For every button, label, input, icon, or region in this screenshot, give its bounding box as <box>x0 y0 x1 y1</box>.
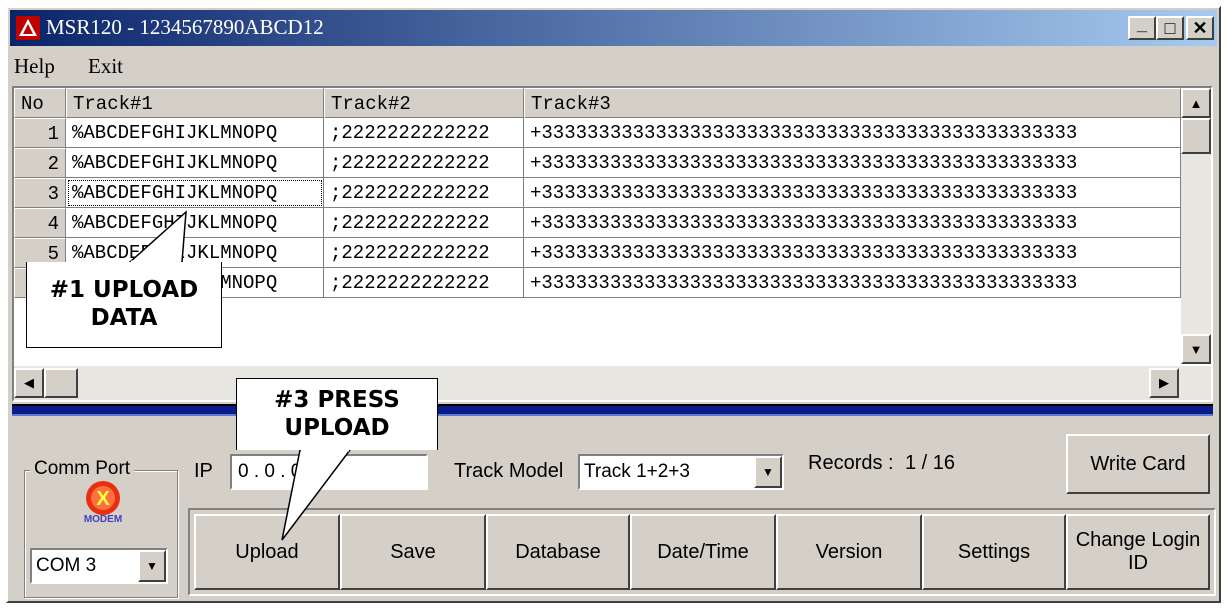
track3-cell[interactable]: +333333333333333333333333333333333333333… <box>524 148 1181 178</box>
app-icon <box>16 16 40 40</box>
close-icon: ✕ <box>1192 17 1208 38</box>
track2-cell[interactable]: ;2222222222222 <box>324 178 524 208</box>
track3-cell[interactable]: +333333333333333333333333333333333333333… <box>524 208 1181 238</box>
column-header-track1[interactable]: Track#1 <box>66 88 324 118</box>
track1-cell-selected[interactable]: %ABCDEFGHIJKLMNOPQ <box>66 178 324 208</box>
track2-cell[interactable]: ;2222222222222 <box>324 148 524 178</box>
track3-cell[interactable]: +333333333333333333333333333333333333333… <box>524 178 1181 208</box>
modem-status-icon: X MODEM <box>84 481 122 524</box>
track2-cell[interactable]: ;2222222222222 <box>324 238 524 268</box>
track2-cell[interactable]: ;2222222222222 <box>324 208 524 238</box>
chevron-down-icon: ▼ <box>762 465 774 479</box>
ip-address-field[interactable]: 0 . 0 . 0 . 0 <box>230 454 428 490</box>
maximize-icon: □ <box>1164 17 1176 38</box>
horizontal-scrollbar[interactable]: ◀ ▶ <box>14 366 1211 400</box>
track-model-label: Track Model <box>454 460 564 482</box>
column-header-no[interactable]: No <box>14 88 66 118</box>
settings-button[interactable]: Settings <box>922 514 1066 590</box>
scroll-right-button[interactable]: ▶ <box>1149 368 1179 398</box>
upload-data-callout-text: #1 UPLOAD DATA <box>49 276 199 331</box>
records-count: 1 / 16 <box>905 452 956 474</box>
window-title: MSR120 - 1234567890ABCD12 <box>46 15 324 39</box>
menu-bar: Help Exit <box>10 48 1217 82</box>
minimize-button[interactable]: _ <box>1128 13 1156 40</box>
date-time-button[interactable]: Date/Time <box>630 514 776 590</box>
arrow-right-icon: ▶ <box>1159 375 1169 390</box>
scroll-up-button[interactable]: ▲ <box>1181 88 1211 118</box>
track3-cell[interactable]: +333333333333333333333333333333333333333… <box>524 118 1181 148</box>
row-number[interactable]: 4 <box>14 208 66 238</box>
track1-cell[interactable]: %ABCDEFGHIJKLMNOPQ <box>66 118 324 148</box>
modem-icon-label: MODEM <box>84 514 122 524</box>
vertical-scroll-thumb[interactable] <box>1181 118 1211 154</box>
horizontal-scroll-thumb[interactable] <box>44 368 78 398</box>
close-button[interactable]: ✕ <box>1186 16 1214 40</box>
arrow-left-icon: ◀ <box>24 375 34 390</box>
track3-cell[interactable]: +333333333333333333333333333333333333333… <box>524 268 1181 298</box>
chevron-down-icon: ▼ <box>146 559 158 573</box>
comm-port-dropdown-button[interactable]: ▼ <box>138 550 166 582</box>
title-bar[interactable]: MSR120 - 1234567890ABCD12 _ □ ✕ <box>10 10 1217 46</box>
menu-exit[interactable]: Exit <box>88 54 123 79</box>
scroll-down-button[interactable]: ▼ <box>1181 334 1211 364</box>
comm-port-value: COM 3 <box>36 555 97 576</box>
track2-cell[interactable]: ;2222222222222 <box>324 118 524 148</box>
menu-help[interactable]: Help <box>14 54 55 79</box>
write-card-button[interactable]: Write Card <box>1066 434 1210 494</box>
upload-data-callout: #1 UPLOAD DATA <box>26 262 222 348</box>
splitter-bar[interactable] <box>12 404 1213 416</box>
minimize-icon: _ <box>1136 13 1147 34</box>
version-button[interactable]: Version <box>776 514 922 590</box>
comm-port-label: Comm Port <box>30 458 135 480</box>
database-button[interactable]: Database <box>486 514 630 590</box>
comm-port-select[interactable]: COM 3 ▼ <box>30 548 168 584</box>
vertical-scrollbar[interactable]: ▲ ▼ <box>1181 88 1211 364</box>
press-upload-callout-text: #3 PRESS UPLOAD <box>274 386 400 441</box>
column-header-track2[interactable]: Track#2 <box>324 88 524 118</box>
row-number[interactable]: 2 <box>14 148 66 178</box>
press-upload-callout: #3 PRESS UPLOAD <box>236 378 438 450</box>
track-model-value: Track 1+2+3 <box>584 461 690 482</box>
row-number[interactable]: 1 <box>14 118 66 148</box>
scroll-left-button[interactable]: ◀ <box>14 368 44 398</box>
track-data-grid[interactable]: No Track#1 Track#2 Track#3 1 %ABCDEFGHIJ… <box>12 86 1213 402</box>
column-header-track3[interactable]: Track#3 <box>524 88 1181 118</box>
track3-cell[interactable]: +333333333333333333333333333333333333333… <box>524 238 1181 268</box>
track2-cell[interactable]: ;2222222222222 <box>324 268 524 298</box>
upload-button[interactable]: Upload <box>194 514 340 590</box>
arrow-up-icon: ▲ <box>1189 95 1203 111</box>
ip-label: IP <box>194 460 213 482</box>
records-label: Records : <box>808 452 894 474</box>
row-number[interactable]: 3 <box>14 178 66 208</box>
maximize-button[interactable]: □ <box>1156 16 1184 40</box>
track-model-select[interactable]: Track 1+2+3 ▼ <box>578 454 784 490</box>
save-button[interactable]: Save <box>340 514 486 590</box>
track1-cell[interactable]: %ABCDEFGHIJKLMNOPQ <box>66 148 324 178</box>
track1-cell[interactable]: %ABCDEFGHIJKLMNOPQ <box>66 208 324 238</box>
svg-text:X: X <box>96 488 110 510</box>
track-model-dropdown-button[interactable]: ▼ <box>754 456 782 488</box>
arrow-down-icon: ▼ <box>1189 341 1203 357</box>
change-login-id-button[interactable]: Change Login ID <box>1066 514 1210 590</box>
